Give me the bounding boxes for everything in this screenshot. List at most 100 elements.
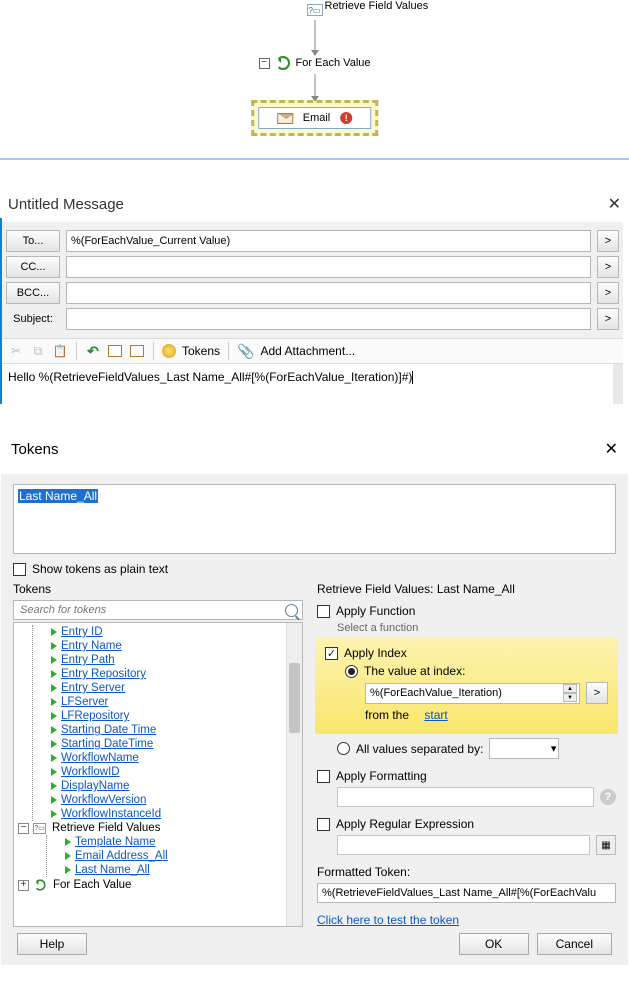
tree-item[interactable]: Starting DateTime: [43, 737, 302, 751]
apply-formatting-label: Apply Formatting: [336, 769, 427, 783]
tree-group[interactable]: − ?▭ Retrieve Field Values: [14, 821, 302, 835]
expand-icon[interactable]: +: [18, 880, 29, 891]
token-icon: [51, 754, 57, 762]
token-icon: [51, 796, 57, 804]
token-search[interactable]: [13, 600, 303, 620]
apply-function-checkbox[interactable]: [317, 605, 330, 618]
tree-item[interactable]: WorkflowName: [43, 751, 302, 765]
loop-icon: [275, 56, 289, 70]
test-token-link[interactable]: Click here to test the token: [317, 913, 459, 927]
add-attachment-button[interactable]: Add Attachment...: [260, 344, 355, 358]
apply-formatting-checkbox[interactable]: [317, 770, 330, 783]
spin-down[interactable]: ▼: [563, 693, 577, 702]
token-icon: [51, 642, 57, 650]
help-button[interactable]: Help: [17, 933, 87, 955]
apply-function-label: Apply Function: [336, 604, 415, 618]
separator-combo[interactable]: ▾: [489, 738, 559, 759]
formatting-field[interactable]: [337, 787, 594, 807]
wf-retrieve-node[interactable]: ?▭: [307, 4, 323, 16]
to-field[interactable]: [66, 230, 591, 252]
collapse-icon[interactable]: −: [258, 58, 269, 69]
attachment-icon: 📎: [237, 343, 254, 360]
tree-item[interactable]: Entry Server: [43, 681, 302, 695]
to-token-button[interactable]: >: [597, 230, 619, 252]
email-panel-title: Untitled Message: [8, 196, 124, 213]
token-icon: [51, 810, 57, 818]
workflow-diagram: ?▭ Retrieve Field Values − For Each Valu…: [0, 0, 629, 160]
tokens-button[interactable]: Tokens: [182, 344, 220, 358]
apply-index-group: Apply Index The value at index: %(ForEac…: [315, 638, 618, 734]
value-at-index-label: The value at index:: [364, 664, 465, 678]
tree-item[interactable]: Template Name: [57, 835, 302, 849]
tree-item[interactable]: Entry Repository: [43, 667, 302, 681]
show-plain-checkbox[interactable]: [13, 563, 26, 576]
copy-icon[interactable]: ⧉: [30, 343, 46, 359]
close-icon[interactable]: ✕: [608, 194, 621, 214]
regex-field[interactable]: [337, 835, 590, 855]
token-icon: [51, 726, 57, 734]
form-icon: ?▭: [307, 4, 323, 16]
start-link[interactable]: start: [424, 708, 447, 722]
collapse-icon[interactable]: −: [18, 823, 29, 834]
to-button[interactable]: To...: [6, 230, 60, 252]
tree-item[interactable]: WorkflowVersion: [43, 793, 302, 807]
help-icon[interactable]: ?: [600, 789, 616, 805]
wf-email-selected[interactable]: Email !: [251, 100, 379, 136]
subject-token-button[interactable]: >: [597, 308, 619, 330]
tree-item[interactable]: DisplayName: [43, 779, 302, 793]
email-panel-title-row: Untitled Message ✕: [0, 190, 629, 218]
tree-item[interactable]: LFRepository: [43, 709, 302, 723]
tree-item[interactable]: Entry Name: [43, 639, 302, 653]
activity-icon: ?▭: [33, 823, 46, 834]
apply-regex-label: Apply Regular Expression: [336, 817, 474, 831]
tree-scrollbar[interactable]: [286, 623, 302, 926]
delete-icon[interactable]: [129, 343, 145, 359]
token-icon: [51, 628, 57, 636]
tree-item[interactable]: Last Name_All: [57, 863, 302, 877]
tree-item[interactable]: WorkflowID: [43, 765, 302, 779]
tree-item[interactable]: Starting Date Time: [43, 723, 302, 737]
cancel-button[interactable]: Cancel: [537, 933, 612, 955]
bcc-token-button[interactable]: >: [597, 282, 619, 304]
all-values-radio[interactable]: [337, 742, 350, 755]
cc-token-button[interactable]: >: [597, 256, 619, 278]
index-value-input[interactable]: %(ForEachValue_Iteration) ▲ ▼: [365, 683, 580, 704]
tree-item[interactable]: Email Address_All: [57, 849, 302, 863]
apply-index-checkbox[interactable]: [325, 647, 338, 660]
calendar-icon[interactable]: [107, 343, 123, 359]
spin-up[interactable]: ▲: [563, 684, 577, 693]
token-icon: [65, 838, 71, 846]
bcc-field[interactable]: [66, 282, 591, 304]
regex-builder-button[interactable]: ▦: [596, 835, 616, 855]
token-icon: [51, 712, 57, 720]
tokens-icon: [162, 344, 176, 358]
message-body[interactable]: Hello %(RetrieveFieldValues_Last Name_Al…: [2, 364, 623, 404]
undo-icon[interactable]: ↶: [85, 343, 101, 359]
show-plain-label: Show tokens as plain text: [32, 562, 168, 576]
tokens-close-icon[interactable]: ✕: [605, 439, 618, 459]
bcc-button[interactable]: BCC...: [6, 282, 60, 304]
token-icon: [51, 782, 57, 790]
apply-regex-checkbox[interactable]: [317, 818, 330, 831]
ok-button[interactable]: OK: [459, 933, 529, 955]
index-token-button[interactable]: >: [586, 682, 608, 704]
from-the-label: from the: [365, 708, 409, 722]
tree-item[interactable]: Entry Path: [43, 653, 302, 667]
cc-button[interactable]: CC...: [6, 256, 60, 278]
tree-group[interactable]: + For Each Value: [14, 877, 302, 893]
formatted-label: Formatted Token:: [317, 865, 616, 879]
wf-foreach-node[interactable]: − For Each Value: [258, 56, 370, 70]
tree-item[interactable]: Entry ID: [43, 625, 302, 639]
value-at-index-radio[interactable]: [345, 665, 358, 678]
cut-icon[interactable]: ✂: [8, 343, 24, 359]
tree-item[interactable]: LFServer: [43, 695, 302, 709]
tree-item[interactable]: WorkflowInstanceId: [43, 807, 302, 821]
token-search-input[interactable]: [14, 601, 302, 619]
cc-field[interactable]: [66, 256, 591, 278]
paste-icon[interactable]: 📋: [52, 343, 68, 359]
token-tree[interactable]: Entry ID Entry Name Entry Path Entry Rep…: [13, 622, 303, 927]
error-icon: !: [340, 112, 352, 124]
subject-field[interactable]: [66, 308, 591, 330]
tokens-dialog-title: Tokens: [11, 441, 59, 458]
token-expression-input[interactable]: Last Name_All: [13, 484, 616, 554]
